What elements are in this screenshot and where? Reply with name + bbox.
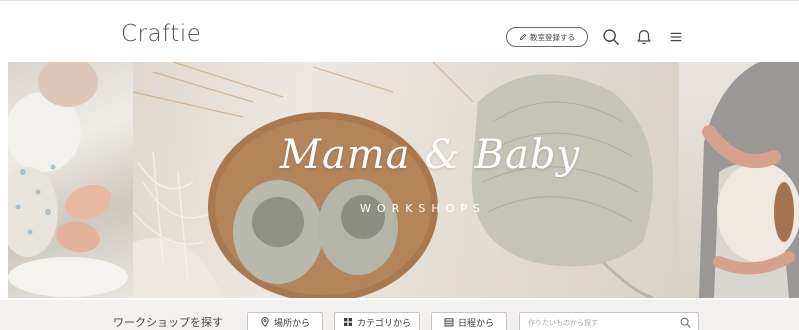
- baby-feet-photo: [8, 62, 133, 298]
- craftie-logo[interactable]: Craftie: [121, 21, 201, 47]
- keyword-search-input[interactable]: [528, 316, 678, 329]
- register-studio-label: 教室登録する: [530, 32, 575, 42]
- find-workshop-label: ワークショップを探す: [113, 316, 223, 329]
- filter-category-label: カテゴリから: [356, 318, 411, 329]
- hero-subtitle: WORKSHOPS: [360, 202, 486, 215]
- grid-icon: [343, 318, 352, 326]
- search-icon[interactable]: [602, 28, 620, 46]
- site-header: Craftie 教室登録する: [0, 0, 799, 60]
- pregnant-woman-photo: [679, 62, 799, 298]
- hero-banner[interactable]: Mama & Baby WORKSHOPS: [8, 62, 799, 298]
- calendar-icon: [444, 318, 454, 327]
- filter-by-date-button[interactable]: 日程から: [431, 312, 507, 330]
- hero-title: Mama & Baby: [280, 132, 581, 178]
- pencil-icon: [519, 33, 527, 41]
- keyword-search-box[interactable]: [519, 312, 699, 330]
- filter-by-category-button[interactable]: カテゴリから: [334, 312, 420, 330]
- menu-icon[interactable]: [667, 28, 685, 46]
- register-studio-button[interactable]: 教室登録する: [506, 27, 588, 47]
- workshop-search-bar: ワークショップを探す 場所から カテゴリから 日程から: [0, 300, 799, 330]
- knitted-booties-photo: [133, 62, 679, 298]
- search-submit-icon[interactable]: [680, 317, 691, 328]
- filter-date-label: 日程から: [457, 318, 494, 329]
- bell-icon[interactable]: [635, 28, 653, 46]
- location-pin-icon: [261, 317, 269, 327]
- filter-by-location-button[interactable]: 場所から: [247, 312, 323, 330]
- filter-location-label: 場所から: [273, 318, 310, 329]
